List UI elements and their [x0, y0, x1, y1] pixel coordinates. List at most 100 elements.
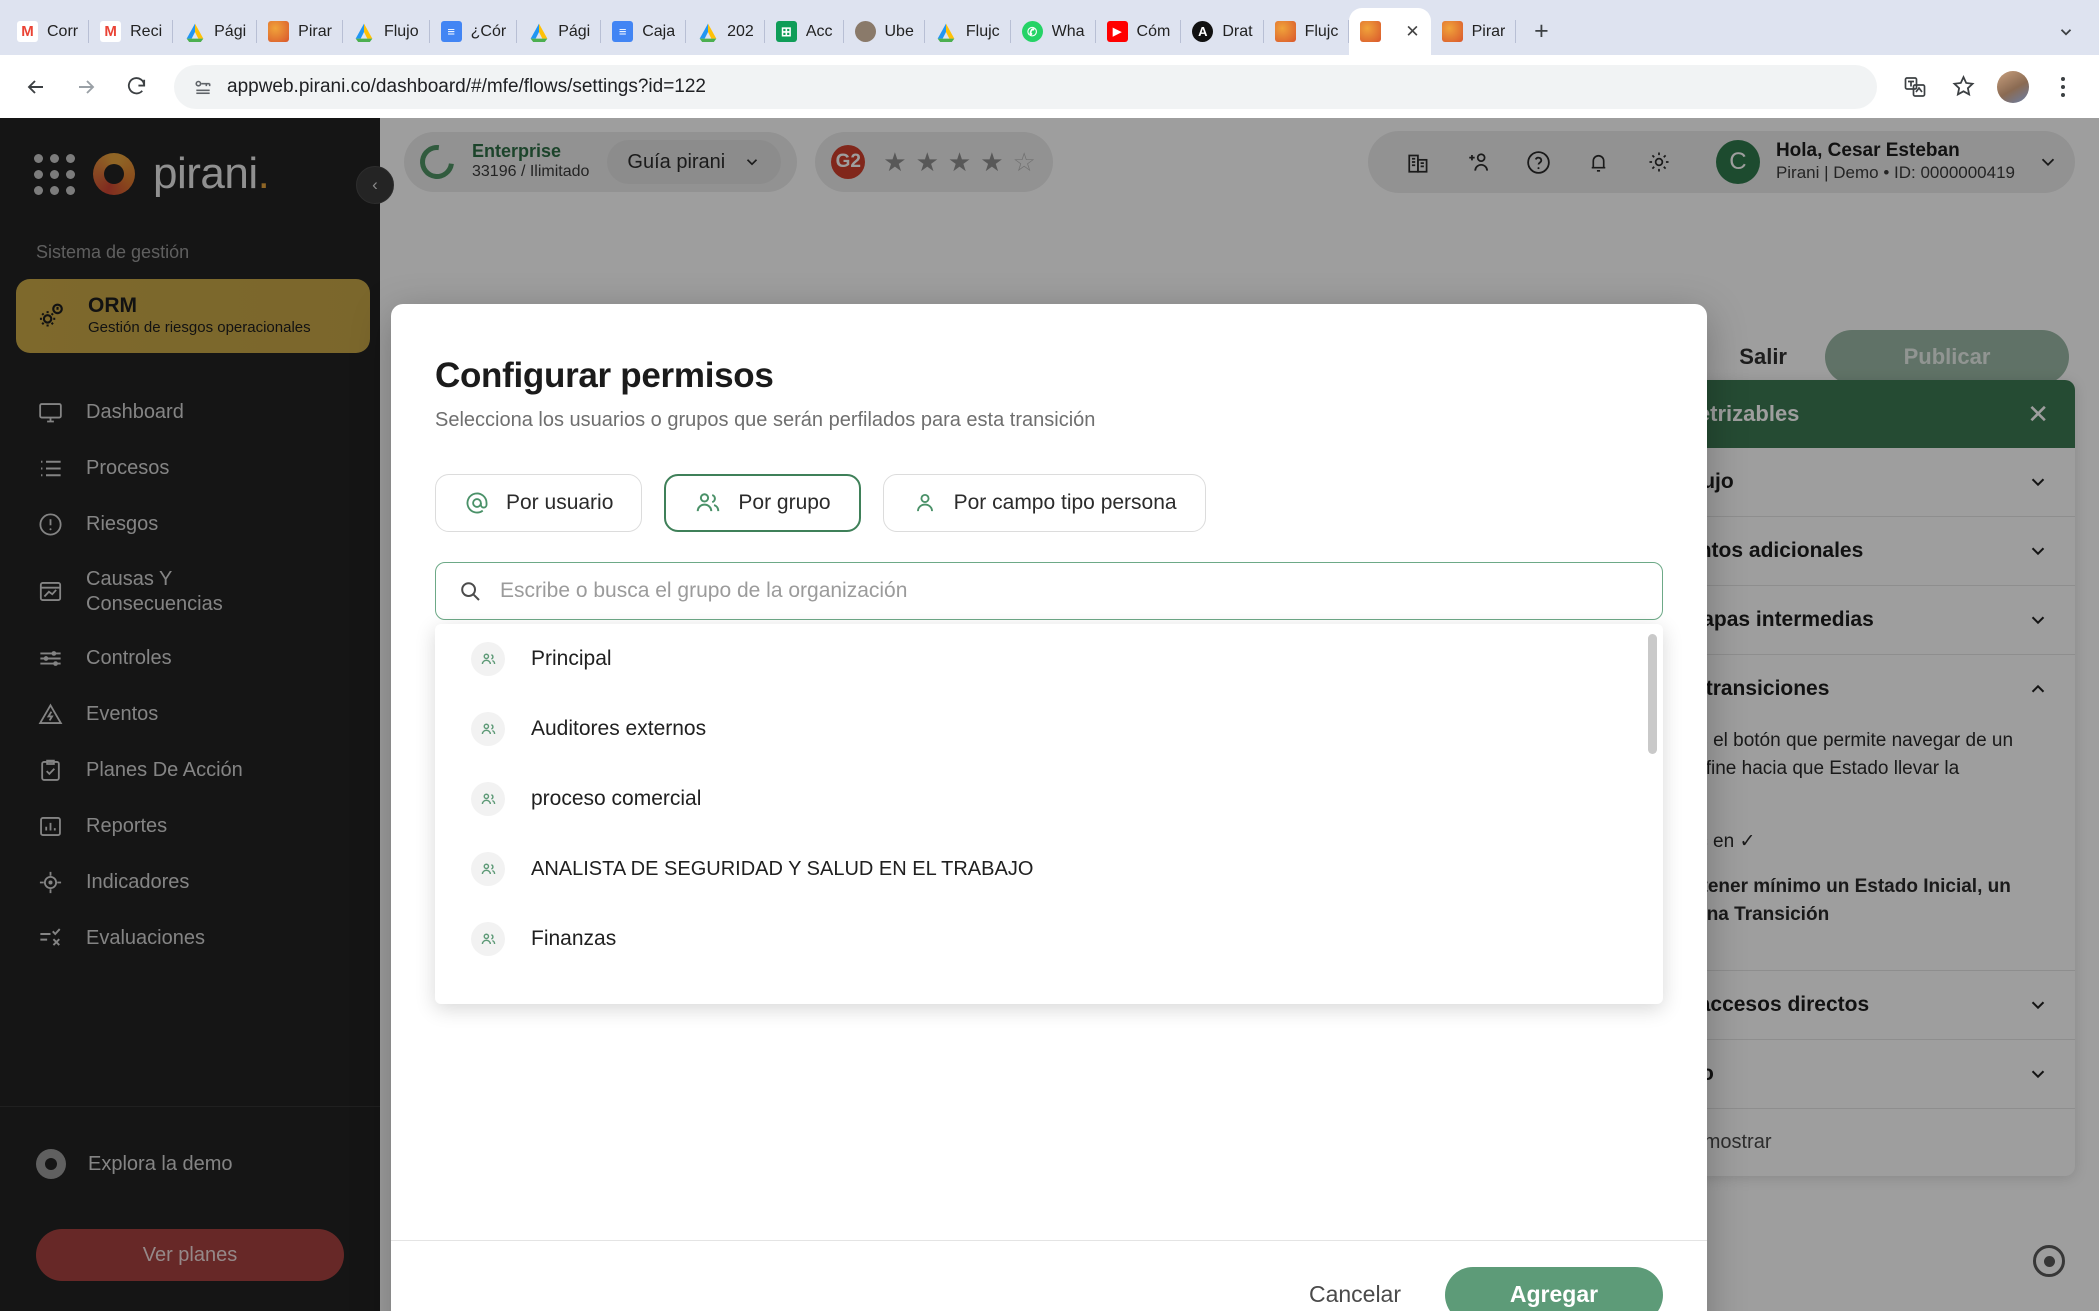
modal-title: Configurar permisos	[435, 356, 774, 395]
browser-tab[interactable]: Flujc	[1264, 8, 1350, 55]
browser-tab[interactable]: Flujc	[925, 8, 1011, 55]
tab-title: Flujc	[1304, 22, 1339, 40]
tab-title: ¿Cór	[470, 22, 507, 40]
tab-label: Por grupo	[738, 491, 831, 514]
gmail-icon: M	[100, 21, 122, 42]
tab-por-grupo[interactable]: Por grupo	[664, 474, 861, 532]
tab-por-campo-tipo-persona[interactable]: Por campo tipo persona	[882, 474, 1206, 532]
browser-tab[interactable]: ≡ ¿Cór	[430, 8, 518, 55]
list-item-label: Finanzas	[531, 927, 617, 950]
forward-arrow-icon[interactable]	[64, 65, 108, 109]
google-drive-icon	[184, 21, 205, 42]
google-drive-icon	[936, 21, 957, 42]
search-placeholder: Escribe o busca el grupo de la organizac…	[500, 579, 908, 602]
browser-tab[interactable]: Flujo	[343, 8, 430, 55]
tab-label: Por campo tipo persona	[953, 491, 1177, 514]
list-item[interactable]: Principal	[435, 624, 1663, 694]
whatsapp-icon: ✆	[1021, 21, 1043, 42]
google-docs-icon: ≡	[612, 21, 634, 42]
pirani-icon	[1360, 21, 1382, 42]
add-button[interactable]: Agregar	[1445, 1266, 1663, 1311]
tab-title: Ube	[884, 22, 914, 40]
dropdown-scrollbar[interactable]	[1648, 634, 1657, 754]
group-icon	[471, 642, 505, 676]
profile-avatar-icon[interactable]	[1997, 70, 2029, 103]
tab-title: Wha	[1051, 22, 1085, 40]
list-item[interactable]: Auditores externos	[435, 694, 1663, 764]
arc-icon: A	[1192, 21, 1214, 42]
site-settings-icon[interactable]	[193, 77, 213, 97]
at-sign-icon	[464, 490, 490, 516]
group-options-dropdown[interactable]: Principal Auditores externos proceso com…	[435, 624, 1663, 1004]
browser-tab[interactable]: M Corr	[6, 8, 90, 55]
new-tab-button[interactable]: +	[1522, 12, 1560, 50]
modal-footer: Cancelar Agregar	[391, 1240, 1707, 1311]
group-users-icon	[694, 489, 722, 517]
list-item[interactable]: proceso comercial	[435, 764, 1663, 834]
url-text: appweb.pirani.co/dashboard/#/mfe/flows/s…	[227, 75, 706, 97]
group-icon	[471, 922, 505, 956]
tab-title: Reci	[130, 22, 163, 40]
browser-tab[interactable]: 202	[686, 8, 765, 55]
star-icon[interactable]	[1941, 65, 1985, 109]
browser-tab[interactable]: Ube	[844, 8, 925, 55]
list-item-label: ANALISTA DE SEGURIDAD Y SALUD EN EL TRAB…	[531, 857, 1034, 880]
list-item[interactable]: Finanzas	[435, 904, 1663, 974]
browser-tab[interactable]: A Drat	[1181, 8, 1264, 55]
modal-subtitle: Selecciona los usuarios o grupos que ser…	[435, 409, 1096, 431]
person-icon	[912, 490, 938, 516]
tab-title: Pági	[558, 22, 591, 40]
google-drive-icon	[528, 21, 549, 42]
tab-title: Flujc	[965, 22, 1000, 40]
tab-title: Pirar	[1471, 22, 1506, 40]
back-arrow-icon[interactable]	[14, 65, 58, 109]
tab-por-usuario[interactable]: Por usuario	[435, 474, 643, 532]
list-item-label: proceso comercial	[531, 787, 702, 810]
browser-tab-active[interactable]: ✕	[1349, 8, 1431, 55]
tab-title: Caja	[642, 22, 676, 40]
permission-type-tabs: Por usuario Por grupo Por campo tipo per…	[435, 474, 1663, 532]
google-drive-icon	[697, 21, 718, 42]
search-icon	[458, 579, 482, 603]
browser-window: M Corr M Reci Pági Pirar Flujo ≡ ¿Cór Pá…	[0, 0, 2099, 1311]
close-icon[interactable]: ✕	[1399, 22, 1419, 42]
tab-title: Pági	[214, 22, 247, 40]
tab-list-chevron-icon[interactable]	[2047, 13, 2085, 51]
list-item[interactable]: ANALISTA DE SEGURIDAD Y SALUD EN EL TRAB…	[435, 834, 1663, 904]
translate-icon[interactable]	[1893, 65, 1937, 109]
browser-tab[interactable]: ▶ Cóm	[1096, 8, 1182, 55]
tab-title: Flujo	[383, 22, 419, 40]
group-icon	[471, 852, 505, 886]
pirani-icon	[268, 21, 290, 42]
browser-tab[interactable]: M Reci	[89, 8, 174, 55]
browser-tab[interactable]: ≡ Caja	[601, 8, 687, 55]
cancel-button[interactable]: Cancelar	[1309, 1281, 1401, 1308]
tab-title: 202	[727, 22, 754, 40]
group-icon	[471, 712, 505, 746]
configure-permissions-modal: Configurar permisos Selecciona los usuar…	[391, 304, 1707, 1311]
tab-title: Acc	[805, 22, 833, 40]
tab-title: Cóm	[1136, 22, 1171, 40]
modal-body: Configurar permisos Selecciona los usuar…	[391, 304, 1707, 1240]
address-bar[interactable]: appweb.pirani.co/dashboard/#/mfe/flows/s…	[174, 64, 1877, 109]
browser-tab[interactable]: Pági	[173, 8, 258, 55]
pirani-icon	[1274, 21, 1296, 42]
tab-title: Corr	[47, 22, 79, 40]
google-sheets-icon: ⊞	[775, 21, 797, 42]
google-docs-icon: ≡	[440, 21, 462, 42]
browser-tab[interactable]: Pirar	[1431, 8, 1517, 55]
gmail-icon: M	[17, 21, 38, 42]
browser-tab[interactable]: ⊞ Acc	[765, 8, 844, 55]
tab-title: Drat	[1222, 22, 1253, 40]
google-drive-icon	[354, 21, 375, 42]
kebab-menu-icon[interactable]	[2041, 65, 2085, 109]
tab-label: Por usuario	[506, 491, 614, 514]
youtube-icon: ▶	[1106, 21, 1128, 42]
browser-tab[interactable]: Pirar	[257, 8, 343, 55]
reload-icon[interactable]	[114, 65, 158, 109]
browser-actions	[1893, 65, 2085, 109]
group-search-field[interactable]: Escribe o busca el grupo de la organizac…	[435, 562, 1663, 620]
browser-tab[interactable]: Pági	[517, 8, 602, 55]
browser-tab[interactable]: ✆ Wha	[1011, 8, 1096, 55]
web-page: Enterprise 33196 / Ilimitado Guía pirani…	[0, 118, 2099, 1311]
